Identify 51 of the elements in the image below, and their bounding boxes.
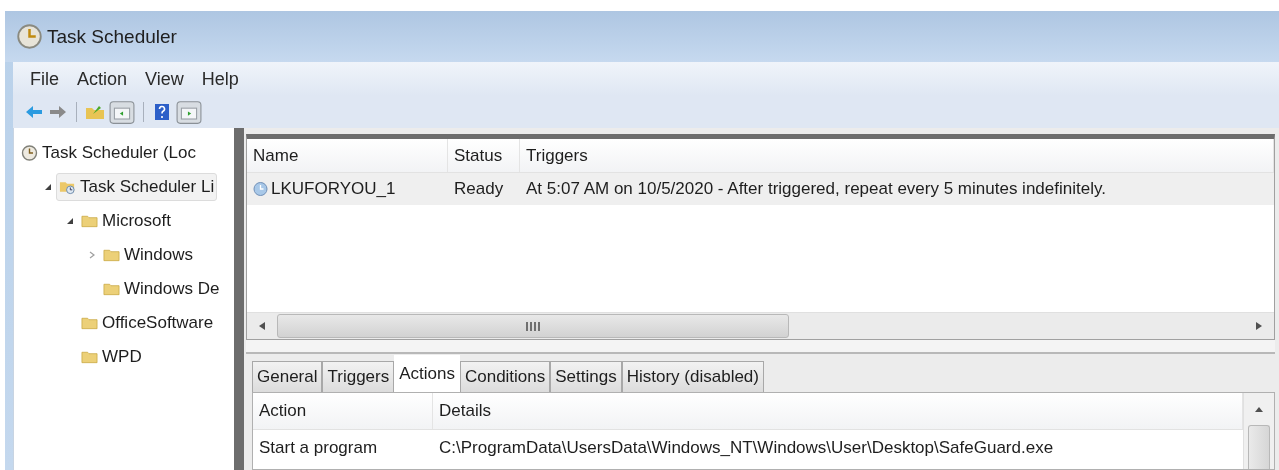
column-header[interactable]: Status [448, 139, 520, 172]
tree-item[interactable]: Windows De [100, 275, 223, 303]
task-row[interactable]: LKUFORYOU_1 Ready At 5:07 AM on 10/5/2020 - After triggered, repeat every 5 minutes indefinitely. [247, 173, 1274, 205]
tab[interactable]: Actions [394, 355, 460, 392]
clock-icon [17, 24, 42, 49]
column-header[interactable]: Triggers [520, 139, 1274, 172]
tree-item[interactable]: Windows [100, 241, 196, 269]
folder-icon [81, 213, 98, 229]
tree-item[interactable]: Task Scheduler (Loc [18, 139, 200, 167]
table-cell-text: At 5:07 AM on 10/5/2020 - After triggered, repeat every 5 minutes indefinitely. [525, 179, 1107, 199]
scroll-left-icon[interactable] [259, 322, 265, 330]
table-cell-text: C:\ProgramData\UsersData\Windows_NT\Windows\User\Desktop\SafeGuard.exe [438, 437, 1055, 459]
tab[interactable]: Settings [550, 361, 622, 392]
menu-item[interactable]: File [21, 66, 68, 92]
menu-item[interactable]: Help [192, 66, 248, 92]
back-icon[interactable] [24, 103, 44, 121]
clock-icon [252, 181, 269, 197]
tree-item[interactable]: OfficeSoftware [78, 309, 217, 337]
horizontal-scrollbar[interactable] [247, 312, 1274, 339]
folder-icon[interactable] [85, 103, 105, 121]
scroll-up-icon[interactable] [1255, 407, 1263, 412]
tab[interactable]: Conditions [459, 361, 551, 392]
folder-icon [103, 247, 120, 263]
expanded-arrow-icon[interactable] [44, 183, 52, 191]
menu-item[interactable]: View [136, 66, 193, 92]
tree-item[interactable]: Task Scheduler Li [56, 173, 218, 201]
folder-icon [103, 281, 120, 297]
folder-clock-icon [59, 179, 76, 195]
panel-icon[interactable] [176, 99, 202, 125]
tab[interactable]: General [252, 361, 323, 392]
help-icon[interactable] [152, 103, 172, 121]
table-cell: LKUFORYOU_1 [247, 179, 448, 199]
splitter[interactable] [246, 340, 1275, 354]
table-cell-text: Start a program [258, 437, 379, 459]
tree-item[interactable]: WPD [78, 343, 145, 371]
clock-icon [21, 145, 38, 161]
window-title: Task Scheduler [47, 25, 177, 48]
vertical-scrollbar[interactable] [1243, 393, 1274, 469]
tab[interactable]: Triggers [322, 361, 395, 392]
folder-icon [81, 349, 98, 365]
table-cell-text: Ready [453, 179, 505, 199]
menu-item[interactable]: Action [68, 66, 137, 92]
folder-icon [81, 315, 98, 331]
tree-item[interactable]: Microsoft [78, 207, 174, 235]
column-header[interactable]: Action [253, 393, 433, 429]
expanded-arrow-icon[interactable] [66, 217, 74, 225]
column-header[interactable]: Name [247, 139, 448, 172]
forward-icon[interactable] [48, 103, 68, 121]
panel-icon[interactable] [109, 99, 135, 125]
scroll-right-icon[interactable] [1256, 322, 1262, 330]
tab[interactable]: History (disabled) [621, 361, 764, 392]
